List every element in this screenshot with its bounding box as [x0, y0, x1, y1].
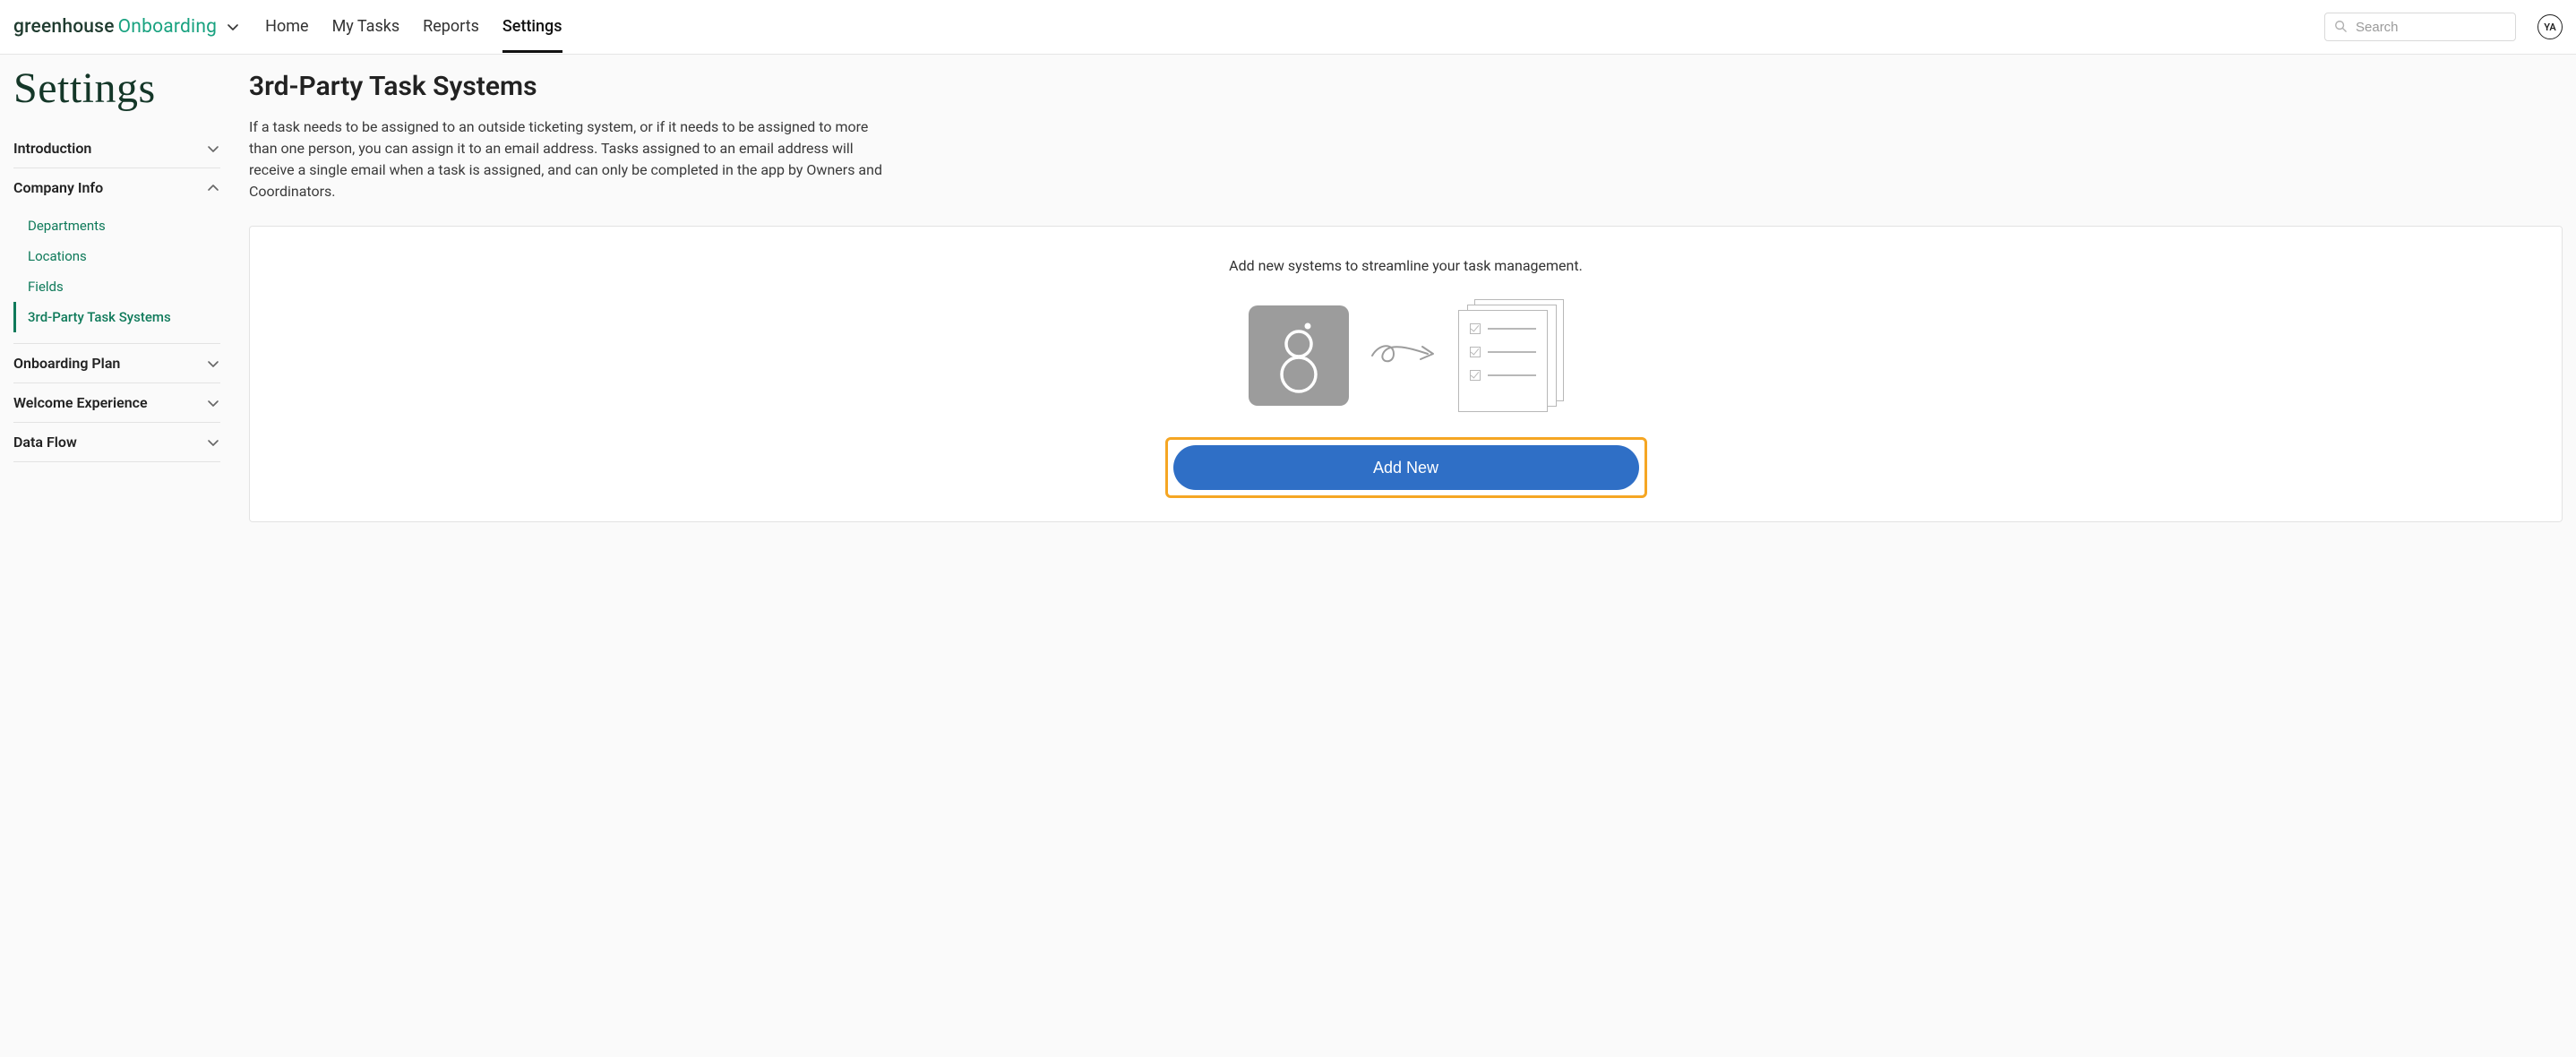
sidebar-section-onboarding-plan: Onboarding Plan [13, 344, 220, 383]
sidebar-section-data-flow: Data Flow [13, 423, 220, 462]
brand[interactable]: greenhouse Onboarding [13, 16, 240, 38]
sidebar-item-label: Fields [28, 279, 64, 295]
chevron-down-icon [206, 396, 220, 410]
search-box[interactable] [2324, 13, 2516, 41]
section-header-onboarding-plan[interactable]: Onboarding Plan [13, 344, 220, 382]
empty-state-card: Add new systems to streamline your task … [249, 226, 2563, 522]
nav-label: My Tasks [332, 17, 400, 36]
section-label: Data Flow [13, 434, 77, 451]
chevron-up-icon [206, 181, 220, 195]
section-label: Welcome Experience [13, 394, 148, 411]
chevron-down-icon [206, 435, 220, 450]
sidebar-section-welcome-experience: Welcome Experience [13, 383, 220, 423]
nav-links: Home My Tasks Reports Settings [265, 1, 562, 53]
sidebar-section-company-info: Company Info Departments Locations Field… [13, 168, 220, 344]
page-title: Settings [13, 64, 220, 113]
sidebar-item-label: Departments [28, 218, 106, 234]
sidebar-item-label: Locations [28, 248, 87, 264]
sidebar-item-locations[interactable]: Locations [13, 241, 220, 271]
nav-label: Reports [423, 17, 479, 36]
nav-my-tasks[interactable]: My Tasks [332, 1, 400, 53]
chevron-down-icon [206, 357, 220, 371]
section-label: Company Info [13, 179, 103, 196]
main-content: 3rd-Party Task Systems If a task needs t… [233, 55, 2563, 1057]
illustration [268, 299, 2544, 412]
section-header-data-flow[interactable]: Data Flow [13, 423, 220, 461]
search-input[interactable] [2356, 20, 2506, 35]
add-new-highlight: Add New [1165, 437, 1647, 498]
search-icon [2334, 19, 2347, 36]
chevron-down-icon [206, 142, 220, 156]
top-nav: greenhouse Onboarding Home My Tasks Repo… [0, 0, 2576, 55]
empty-state-hint: Add new systems to streamline your task … [268, 257, 2544, 274]
sidebar-item-departments[interactable]: Departments [13, 211, 220, 241]
section-header-company-info[interactable]: Company Info [13, 168, 220, 207]
app-tile-icon [1249, 305, 1349, 406]
avatar-initials: YA [2544, 21, 2555, 33]
nav-label: Home [265, 17, 308, 36]
arrow-icon [1369, 336, 1438, 375]
sidebar-item-label: 3rd-Party Task Systems [28, 309, 171, 325]
chevron-down-icon[interactable] [226, 20, 240, 34]
add-new-label: Add New [1373, 459, 1438, 477]
sidebar-item-3rd-party-task-systems[interactable]: 3rd-Party Task Systems [13, 302, 220, 332]
subnav-company-info: Departments Locations Fields 3rd-Party T… [13, 207, 220, 343]
sidebar: Settings Introduction Company Info Depar… [13, 55, 233, 1057]
sidebar-item-fields[interactable]: Fields [13, 271, 220, 302]
nav-reports[interactable]: Reports [423, 1, 479, 53]
checklist-docs-icon [1458, 299, 1564, 412]
section-label: Onboarding Plan [13, 355, 120, 372]
section-header-welcome-experience[interactable]: Welcome Experience [13, 383, 220, 422]
nav-home[interactable]: Home [265, 1, 308, 53]
content-description: If a task needs to be assigned to an out… [249, 116, 894, 202]
nav-label: Settings [502, 17, 562, 36]
avatar[interactable]: YA [2537, 14, 2563, 39]
add-new-button[interactable]: Add New [1173, 445, 1639, 490]
content-heading: 3rd-Party Task Systems [249, 71, 2563, 102]
nav-settings[interactable]: Settings [502, 1, 562, 53]
section-label: Introduction [13, 140, 91, 157]
brand-part-2: Onboarding [118, 16, 218, 38]
brand-part-1: greenhouse [13, 16, 115, 38]
sidebar-section-introduction: Introduction [13, 129, 220, 168]
section-header-introduction[interactable]: Introduction [13, 129, 220, 168]
